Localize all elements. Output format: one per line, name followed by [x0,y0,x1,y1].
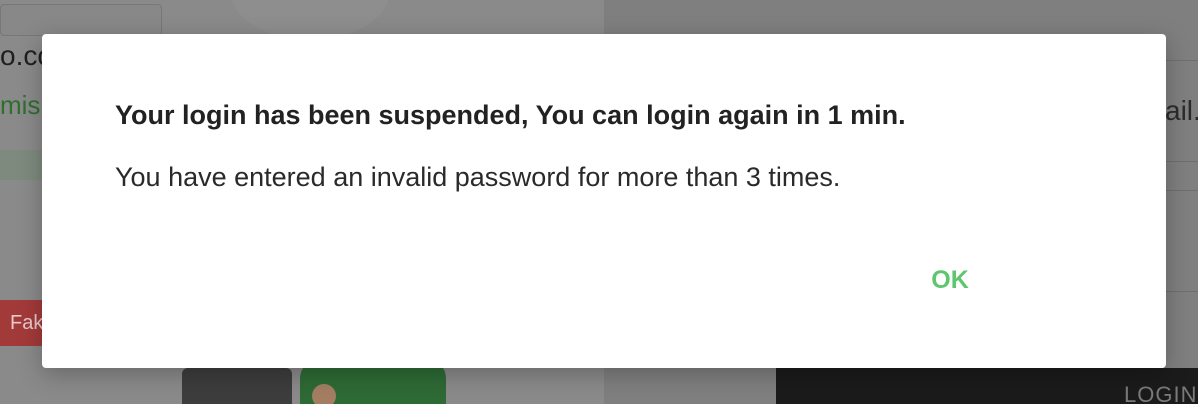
login-suspended-dialog: Your login has been suspended, You can l… [42,34,1166,368]
illustration-hand [312,384,336,404]
background-login-label: LOGIN [1124,382,1198,404]
dialog-title: Your login has been suspended, You can l… [115,100,906,130]
illustration-laptop [182,368,292,404]
dialog-message: You have entered an invalid password for… [115,162,841,192]
ok-button[interactable]: OK [918,258,982,302]
background-card [0,4,162,36]
background-strip [0,150,42,180]
background-email-value: ail.c [1165,95,1198,126]
background-green-text: mis. [0,90,48,120]
